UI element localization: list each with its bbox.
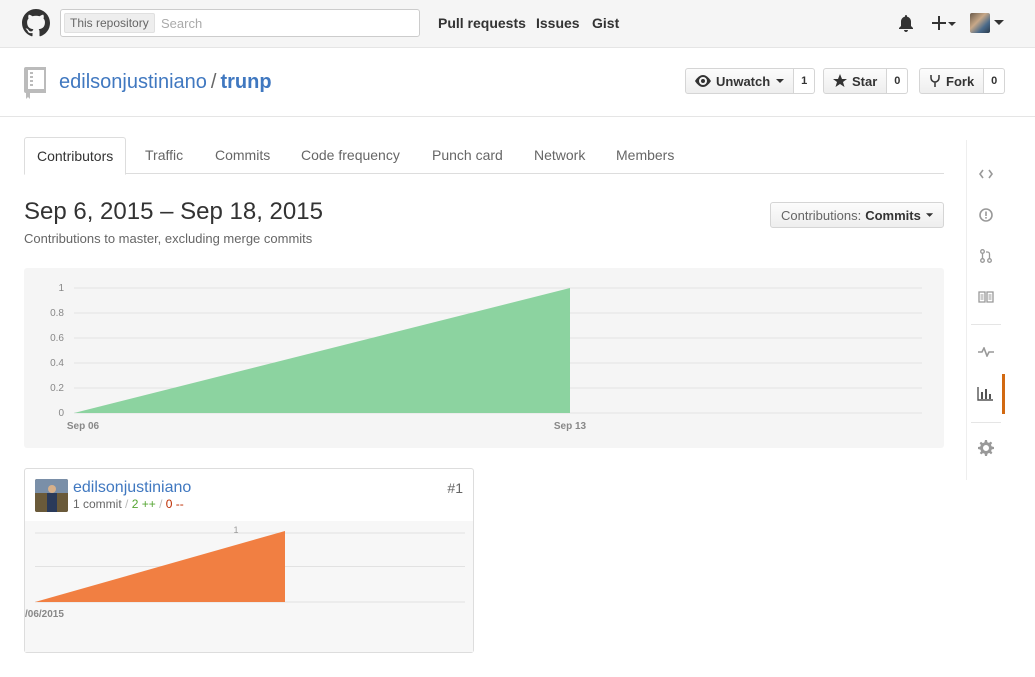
github-logo-icon[interactable] <box>22 9 50 37</box>
tab-code-frequency[interactable]: Code frequency <box>289 137 412 174</box>
unwatch-button[interactable]: Unwatch <box>685 68 795 94</box>
graph-icon <box>976 387 993 401</box>
sidenav-divider-2 <box>971 422 1001 423</box>
sidenav-graphs[interactable] <box>967 374 1005 414</box>
contributor-chart: 1/06/2015 <box>25 521 473 652</box>
stats-separator: / <box>125 497 129 511</box>
wiki-icon <box>978 291 994 303</box>
contributor-card: edilsonjustiniano 1 commit / 2 ++ / 0 --… <box>24 468 474 653</box>
nav-gist[interactable]: Gist <box>592 15 619 31</box>
search-input[interactable] <box>157 13 407 33</box>
repo-side-nav <box>966 140 1005 480</box>
contributions-type-select[interactable]: Contributions: Commits <box>770 202 944 228</box>
y-tick-label: 1 <box>58 283 64 294</box>
contributor-avatar[interactable] <box>35 479 68 512</box>
star-count[interactable]: 0 <box>887 68 909 94</box>
create-new-plus-icon[interactable] <box>931 13 957 33</box>
star-group: Star 0 <box>823 68 909 94</box>
x-tick-label: Sep 06 <box>67 421 100 432</box>
avatar-dropdown-caret-icon[interactable] <box>994 20 1004 26</box>
tab-network[interactable]: Network <box>522 137 597 174</box>
tab-commits[interactable]: Commits <box>203 137 282 174</box>
contributions-value: Commits <box>865 207 921 223</box>
fork-button[interactable]: Fork <box>919 68 985 94</box>
code-icon <box>979 169 993 179</box>
contributor-stats: 1 commit / 2 ++ / 0 -- <box>73 497 184 511</box>
repo-title: edilsonjustiniano / trunp <box>59 71 272 94</box>
notifications-bell-icon[interactable] <box>898 14 914 32</box>
stats-separator-2: / <box>159 497 163 511</box>
card-y-tick-label: 1 <box>233 525 238 535</box>
x-tick-label: Sep 13 <box>554 421 587 432</box>
y-tick-label: 0.6 <box>50 333 64 344</box>
graph-tabs: Contributors Traffic Commits Code freque… <box>24 137 944 175</box>
contributor-username[interactable]: edilsonjustiniano <box>73 479 191 497</box>
fork-icon <box>930 75 940 87</box>
contributions-caret-icon <box>925 212 933 217</box>
nav-issues[interactable]: Issues <box>536 15 580 31</box>
repo-name-link[interactable]: trunp <box>220 71 271 93</box>
pulse-icon <box>978 347 994 357</box>
y-tick-label: 0.2 <box>50 383 64 394</box>
sidenav-issues[interactable] <box>967 195 1005 235</box>
avatar-photo-icon <box>35 479 68 512</box>
issue-icon <box>979 208 993 222</box>
star-label: Star <box>852 73 878 89</box>
commit-count[interactable]: 1 commit <box>73 497 122 511</box>
contributor-rank: #1 <box>447 480 463 496</box>
commits-area <box>74 288 570 413</box>
star-button[interactable]: Star <box>823 68 888 94</box>
tab-punch-card[interactable]: Punch card <box>420 137 515 174</box>
watch-group: Unwatch 1 <box>685 68 816 94</box>
y-tick-label: 0.8 <box>50 308 64 319</box>
fork-count[interactable]: 0 <box>984 68 1006 94</box>
user-avatar[interactable] <box>970 13 990 33</box>
sidenav-code[interactable] <box>967 154 1005 194</box>
sidenav-divider <box>971 324 1001 325</box>
sidenav-pulse[interactable] <box>967 332 1005 372</box>
eye-icon <box>695 75 711 87</box>
nav-pull-requests[interactable]: Pull requests <box>438 15 526 31</box>
sidenav-pull-requests[interactable] <box>967 236 1005 276</box>
repo-header: edilsonjustiniano / trunp Unwatch 1 Star 0… <box>0 48 1035 117</box>
sidenav-settings[interactable] <box>967 428 1005 468</box>
watch-count[interactable]: 1 <box>794 68 816 94</box>
y-tick-label: 0 <box>58 408 64 419</box>
repo-owner-link[interactable]: edilsonjustiniano <box>59 71 207 93</box>
fork-label: Fork <box>946 73 975 89</box>
fork-group: Fork 0 <box>919 68 1006 94</box>
contributions-chart-svg: 0 0.2 0.4 0.6 0.8 1 Sep 06 Sep 13 <box>50 283 922 432</box>
search-box[interactable]: This repository <box>60 9 420 37</box>
gear-icon <box>978 440 994 456</box>
additions-count: 2 ++ <box>131 497 156 511</box>
unwatch-label: Unwatch <box>716 73 771 89</box>
date-range-subtitle: Contributions to master, excluding merge… <box>24 231 313 246</box>
site-header: This repository Pull requests Issues Gis… <box>0 0 1035 48</box>
card-x-tick-label: /06/2015 <box>25 609 64 620</box>
contributions-label: Contributions: <box>781 207 862 223</box>
date-range-title: Sep 6, 2015 – Sep 18, 2015 <box>24 198 323 225</box>
star-icon <box>833 74 847 87</box>
watch-caret-icon <box>776 78 785 83</box>
tab-members[interactable]: Members <box>604 137 686 174</box>
tab-traffic[interactable]: Traffic <box>133 137 195 174</box>
sidenav-wiki[interactable] <box>967 277 1005 317</box>
deletions-count: 0 -- <box>165 497 184 511</box>
contributions-chart: 0 0.2 0.4 0.6 0.8 1 Sep 06 Sep 13 <box>24 268 944 448</box>
search-scope: This repository <box>64 13 155 33</box>
pull-request-icon <box>980 249 992 263</box>
y-tick-label: 0.4 <box>50 358 64 369</box>
path-separator: / <box>210 71 217 93</box>
repo-book-icon <box>24 67 46 99</box>
tab-contributors[interactable]: Contributors <box>24 137 127 175</box>
contributor-chart-svg: 1/06/2015 <box>25 525 465 620</box>
